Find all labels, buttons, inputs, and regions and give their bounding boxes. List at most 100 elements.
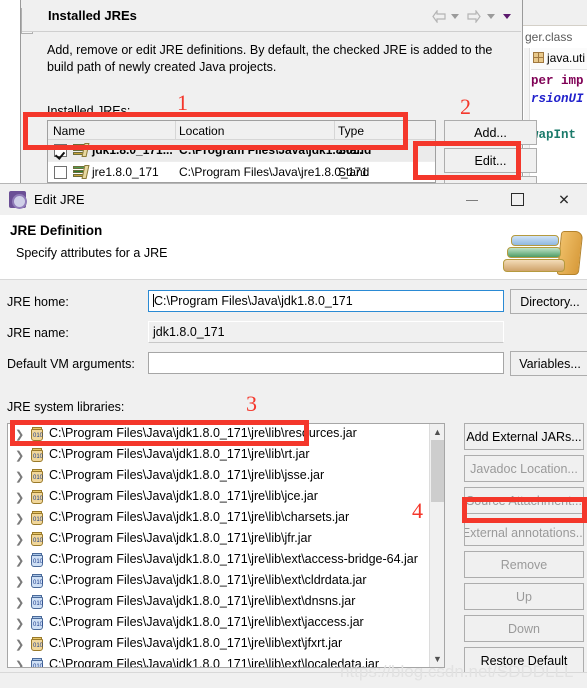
vm-arguments-input[interactable] <box>148 352 504 374</box>
annotation-number-3: 3 <box>246 391 257 416</box>
library-path: C:\Program Files\Java\jdk1.8.0_171\jre\l… <box>49 594 356 608</box>
maximize-button[interactable] <box>495 184 541 215</box>
jre-home-input[interactable]: C:\Program Files\Java\jdk1.8.0_171 <box>148 290 504 312</box>
jre-name-input[interactable]: jdk1.8.0_171 <box>148 321 504 343</box>
expand-arrow-icon[interactable]: ❯ <box>15 533 24 546</box>
library-path: C:\Program Files\Java\jdk1.8.0_171\jre\l… <box>49 615 364 629</box>
library-row[interactable]: ❯ 010 C:\Program Files\Java\jdk1.8.0_171\j… <box>8 550 444 571</box>
jre-system-libraries-tree[interactable]: ❯ 010 C:\Program Files\Java\jdk1.8.0_171\j… <box>7 423 445 668</box>
library-row[interactable]: ❯ 010 C:\Program Files\Java\jdk1.8.0_171\j… <box>8 571 444 592</box>
library-row[interactable]: ❯ 010 C:\Program Files\Java\jdk1.8.0_171\j… <box>8 508 444 529</box>
jre-system-libraries-label: JRE system libraries: <box>7 400 125 414</box>
minimize-icon <box>466 199 478 201</box>
jre-icon <box>73 165 90 179</box>
forward-dropdown-icon[interactable] <box>486 14 495 20</box>
library-path: C:\Program Files\Java\jdk1.8.0_171\jre\l… <box>49 510 350 524</box>
eclipse-toolbar <box>523 0 587 26</box>
expand-arrow-icon[interactable]: ❯ <box>15 659 24 667</box>
jre-home-label: JRE home: <box>7 295 69 309</box>
back-arrow-icon[interactable] <box>431 10 446 24</box>
watermark: https://blog.csdn.net/SDDDLLL <box>340 662 574 681</box>
down-button: Down <box>464 615 584 642</box>
jar-blue-icon: 010 <box>30 574 44 589</box>
cell-name: jre1.8.0_171 <box>92 165 159 179</box>
expand-arrow-icon[interactable]: ❯ <box>15 449 24 462</box>
preference-page-titlebar: Installed JREs <box>22 0 521 32</box>
annotation-number-4: 4 <box>412 498 423 523</box>
annotation-number-2: 2 <box>460 94 471 119</box>
library-row[interactable]: ❯ 010 C:\Program Files\Java\jdk1.8.0_171\j… <box>8 613 444 634</box>
jre-name-value: jdk1.8.0_171 <box>153 325 225 339</box>
jar-icon: 010 <box>30 448 44 463</box>
editor-breadcrumb[interactable]: java.uti <box>531 48 587 70</box>
dialog-header-title: JRE Definition <box>10 223 103 238</box>
dialog-title: Edit JRE <box>34 192 85 207</box>
code-line: per imp <box>531 74 584 88</box>
jar-icon: 010 <box>30 532 44 547</box>
close-icon: ✕ <box>558 191 570 207</box>
library-path: C:\Program Files\Java\jdk1.8.0_171\jre\l… <box>49 468 325 482</box>
vm-arguments-label: Default VM arguments: <box>7 357 135 371</box>
close-button[interactable]: ✕ <box>541 184 587 215</box>
jar-blue-icon: 010 <box>30 595 44 610</box>
jar-icon: 010 <box>30 637 44 652</box>
expand-arrow-icon[interactable]: ❯ <box>15 596 24 609</box>
dialog-titlebar[interactable]: Edit JRE ✕ <box>0 184 587 215</box>
libraries-scrollbar[interactable]: ▲ ▼ <box>429 424 444 667</box>
scroll-up-icon[interactable]: ▲ <box>430 424 444 440</box>
eclipse-app-icon <box>9 191 27 209</box>
books-stack-icon <box>497 231 584 279</box>
expand-arrow-icon[interactable]: ❯ <box>15 554 24 567</box>
minimize-button[interactable] <box>449 184 495 215</box>
jar-blue-icon: 010 <box>30 658 44 667</box>
page-description: Add, remove or edit JRE definitions. By … <box>47 43 493 74</box>
library-row[interactable]: ❯ 010 C:\Program Files\Java\jdk1.8.0_171\j… <box>8 466 444 487</box>
jar-icon: 010 <box>30 490 44 505</box>
page-title: Installed JREs <box>48 8 137 23</box>
library-row[interactable]: ❯ 010 C:\Program Files\Java\jdk1.8.0_171\j… <box>8 592 444 613</box>
expand-arrow-icon[interactable]: ❯ <box>15 470 24 483</box>
expand-arrow-icon[interactable]: ❯ <box>15 512 24 525</box>
annotation-box-2 <box>413 141 521 180</box>
back-dropdown-icon[interactable] <box>450 14 459 20</box>
expand-arrow-icon[interactable]: ❯ <box>15 575 24 588</box>
external-annotations-button: External annotations... <box>464 519 584 546</box>
maximize-icon <box>511 192 524 206</box>
library-path: C:\Program Files\Java\jdk1.8.0_171\jre\l… <box>49 489 318 503</box>
overflow-menu-icon[interactable] <box>503 14 511 20</box>
library-row[interactable]: ❯ 010 C:\Program Files\Java\jdk1.8.0_171\j… <box>8 445 444 466</box>
expand-arrow-icon[interactable]: ❯ <box>15 617 24 630</box>
library-row[interactable]: ❯ 010 C:\Program Files\Java\jdk1.8.0_171\j… <box>8 487 444 508</box>
jar-blue-icon: 010 <box>30 553 44 568</box>
library-path: C:\Program Files\Java\jdk1.8.0_171\jre\l… <box>49 447 310 461</box>
directory-button[interactable]: Directory... <box>510 289 587 314</box>
library-row[interactable]: ❯ 010 C:\Program Files\Java\jdk1.8.0_171\j… <box>8 529 444 550</box>
library-path: C:\Program Files\Java\jdk1.8.0_171\jre\l… <box>49 552 418 566</box>
jre-default-checkbox[interactable] <box>54 166 67 179</box>
library-path: C:\Program Files\Java\jdk1.8.0_171\jre\l… <box>49 531 312 545</box>
expand-arrow-icon[interactable]: ❯ <box>15 638 24 651</box>
variables-button[interactable]: Variables... <box>510 351 587 376</box>
editor-tab[interactable]: ger.class <box>524 26 587 48</box>
forward-arrow-icon[interactable] <box>467 10 482 24</box>
code-line: rsionUI <box>531 92 584 106</box>
annotation-box-1 <box>23 112 408 150</box>
jar-blue-icon: 010 <box>30 616 44 631</box>
dialog-header-subtitle: Specify attributes for a JRE <box>16 246 168 260</box>
add-external-jars-button[interactable]: Add External JARs... <box>464 423 584 450</box>
cell-type: Stand <box>338 165 370 179</box>
library-row[interactable]: ❯ 010 C:\Program Files\Java\jdk1.8.0_171\j… <box>8 634 444 655</box>
up-button: Up <box>464 583 584 610</box>
library-path: C:\Program Files\Java\jdk1.8.0_171\jre\l… <box>49 657 380 668</box>
jar-icon: 010 <box>30 469 44 484</box>
dialog-header: JRE Definition Specify attributes for a … <box>0 215 587 280</box>
jar-icon: 010 <box>30 511 44 526</box>
package-icon <box>533 52 544 63</box>
annotation-box-4 <box>462 497 587 523</box>
editor-code-area[interactable]: per imp rsionUI wapInt <box>531 72 587 144</box>
remove-button: Remove <box>464 551 584 578</box>
expand-arrow-icon[interactable]: ❯ <box>15 491 24 504</box>
library-path: C:\Program Files\Java\jdk1.8.0_171\jre\l… <box>49 573 367 587</box>
scrollbar-thumb[interactable] <box>431 440 444 502</box>
table-row[interactable]: jre1.8.0_171 C:\Program Files\Java\jre1.… <box>48 162 435 182</box>
